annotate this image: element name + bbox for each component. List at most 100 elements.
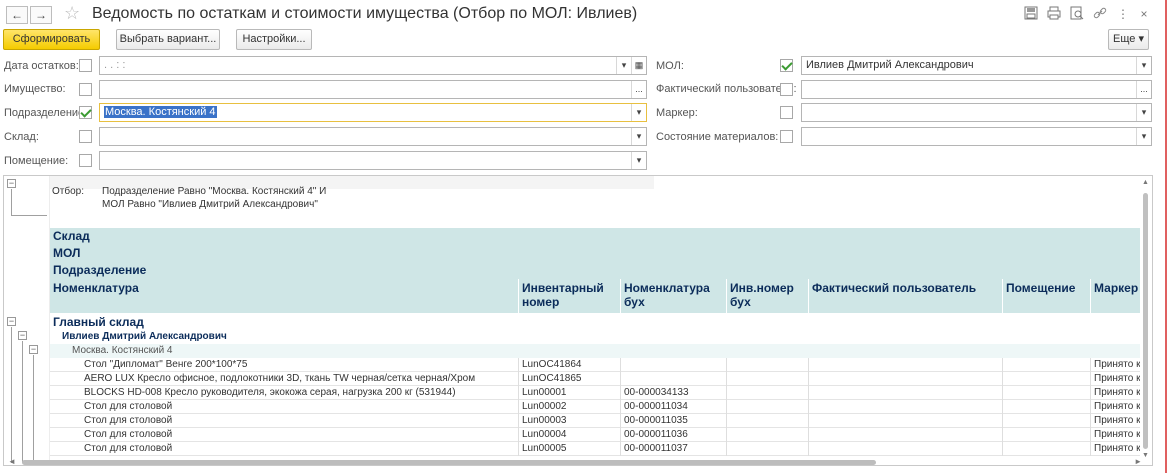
- col-room: Помещение: [1002, 279, 1090, 313]
- tree-line: [11, 215, 47, 216]
- choose-variant-button[interactable]: Выбрать вариант...: [116, 29, 220, 50]
- cell-inv-number-buh: [726, 386, 808, 400]
- actual-user-field[interactable]: ...: [801, 80, 1152, 99]
- room-field[interactable]: ▾: [99, 151, 647, 170]
- checkbox-warehouse[interactable]: [79, 130, 92, 143]
- chevron-down-icon[interactable]: ▾: [1136, 104, 1151, 121]
- vertical-scroll-thumb[interactable]: [1143, 193, 1148, 449]
- close-icon[interactable]: ×: [1136, 6, 1152, 22]
- mol-field[interactable]: Ивлиев Дмитрий Александрович ▾: [801, 56, 1152, 75]
- cell-nomenclature-buh: 00-000011035: [620, 414, 726, 428]
- label-balance-date: Дата остатков:: [4, 60, 79, 72]
- chevron-down-icon[interactable]: ▾: [1136, 128, 1151, 145]
- more-button[interactable]: Еще ▾: [1108, 29, 1149, 50]
- cell-nomenclature: BLOCKS HD-008 Кресло руководителя, экоко…: [84, 387, 456, 398]
- cell-inv-number-buh: [726, 358, 808, 372]
- checkbox-room[interactable]: [79, 154, 92, 167]
- warehouse-field[interactable]: ▾: [99, 127, 647, 146]
- checkbox-material-state[interactable]: [780, 130, 793, 143]
- cell-nomenclature: Стол для столовой: [84, 443, 173, 454]
- cell-nomenclature-buh: 00-000011034: [620, 400, 726, 414]
- cell-nomenclature: Стол для столовой: [84, 401, 173, 412]
- preview-icon[interactable]: [1069, 6, 1085, 22]
- table-row[interactable]: AERO LUX Кресло офисное, подлокотники 3D…: [50, 372, 1140, 386]
- star-icon[interactable]: ☆: [64, 3, 80, 24]
- cell-nomenclature: Стол для столовой: [84, 429, 173, 440]
- cell-inventory-number: Lun00005: [518, 442, 620, 456]
- mol-value: Ивлиев Дмитрий Александрович: [806, 59, 974, 71]
- label-room: Помещение:: [4, 155, 69, 167]
- checkbox-balance-date[interactable]: [79, 59, 92, 72]
- table-row[interactable]: Стол для столовой Lun00004 00-000011036 …: [50, 428, 1140, 442]
- collapse-icon[interactable]: −: [18, 331, 27, 340]
- tree-line: [11, 327, 12, 463]
- calendar-icon[interactable]: ▦: [631, 57, 646, 74]
- checkbox-mol[interactable]: [780, 59, 793, 72]
- property-field[interactable]: ...: [99, 80, 647, 99]
- horizontal-scroll-thumb[interactable]: [22, 460, 876, 465]
- col-inv-number-buh: Инв.номер бух: [726, 279, 808, 313]
- balance-date-value: . . : :: [104, 59, 126, 71]
- label-marker: Маркер:: [656, 107, 698, 119]
- forward-arrow-icon[interactable]: →: [30, 6, 52, 24]
- save-icon[interactable]: [1023, 6, 1039, 22]
- cell-room: [1002, 386, 1090, 400]
- cell-inv-number-buh: [726, 442, 808, 456]
- table-row[interactable]: Стол "Дипломат" Венге 200*100*75 LunOC41…: [50, 358, 1140, 372]
- vertical-scrollbar[interactable]: ▲ ▼: [1140, 176, 1152, 465]
- cell-marker: Принято к: [1090, 372, 1140, 386]
- label-warehouse: Склад:: [4, 131, 39, 143]
- checkbox-property[interactable]: [79, 83, 92, 96]
- ellipsis-icon[interactable]: ...: [1136, 81, 1151, 98]
- table-row[interactable]: Стол для столовой Lun00003 00-000011035 …: [50, 414, 1140, 428]
- chevron-down-icon[interactable]: ▾: [631, 104, 646, 121]
- horizontal-scrollbar[interactable]: ◄ ►: [8, 457, 1142, 466]
- cell-room: [1002, 414, 1090, 428]
- more-vertical-icon[interactable]: ⋮: [1115, 6, 1131, 22]
- cell-marker: Принято к: [1090, 414, 1140, 428]
- cell-marker: Принято к: [1090, 428, 1140, 442]
- material-state-field[interactable]: ▾: [801, 127, 1152, 146]
- scroll-up-icon[interactable]: ▲: [1142, 179, 1149, 186]
- back-arrow-icon[interactable]: ←: [6, 6, 28, 24]
- marker-field[interactable]: ▾: [801, 103, 1152, 122]
- link-icon[interactable]: [1092, 6, 1108, 22]
- balance-date-field[interactable]: . . : : ▾ ▦: [99, 56, 647, 75]
- tree-line: [11, 189, 12, 215]
- cell-marker: Принято к: [1090, 400, 1140, 414]
- scroll-right-icon[interactable]: ►: [1134, 457, 1142, 466]
- cell-nomenclature: Стол для столовой: [84, 415, 173, 426]
- cell-inv-number-buh: [726, 400, 808, 414]
- table-row[interactable]: BLOCKS HD-008 Кресло руководителя, экоко…: [50, 386, 1140, 400]
- department-field[interactable]: Москва. Костянский 4 ▾: [99, 103, 647, 122]
- scroll-left-icon[interactable]: ◄: [8, 457, 16, 466]
- chevron-down-icon[interactable]: ▾: [631, 128, 646, 145]
- checkbox-actual-user[interactable]: [780, 83, 793, 96]
- checkbox-marker[interactable]: [780, 106, 793, 119]
- collapse-icon[interactable]: −: [7, 317, 16, 326]
- scroll-down-icon[interactable]: ▼: [1142, 452, 1149, 459]
- group-row-mol: Ивлиев Дмитрий Александрович: [50, 330, 1140, 344]
- cell-nomenclature-buh: 00-000011036: [620, 428, 726, 442]
- collapse-icon[interactable]: −: [7, 179, 16, 188]
- ellipsis-icon[interactable]: ...: [631, 81, 646, 98]
- col-actual-user: Фактический пользователь: [808, 279, 1002, 313]
- cell-room: [1002, 400, 1090, 414]
- settings-button[interactable]: Настройки...: [236, 29, 312, 50]
- cell-nomenclature-buh: [620, 358, 726, 372]
- print-icon[interactable]: [1046, 6, 1062, 22]
- label-material-state: Состояние материалов:: [656, 131, 779, 143]
- table-row[interactable]: Стол для столовой Lun00002 00-000011034 …: [50, 400, 1140, 414]
- table-row[interactable]: Стол для столовой Lun00005 00-000011037 …: [50, 442, 1140, 456]
- cell-inventory-number: Lun00004: [518, 428, 620, 442]
- checkbox-department[interactable]: [79, 106, 92, 119]
- cell-nomenclature: Стол "Дипломат" Венге 200*100*75: [84, 359, 248, 370]
- cell-inv-number-buh: [726, 414, 808, 428]
- generate-button[interactable]: Сформировать: [3, 29, 100, 50]
- cell-inventory-number: Lun00003: [518, 414, 620, 428]
- collapse-icon[interactable]: −: [29, 345, 38, 354]
- chevron-down-icon[interactable]: ▾: [631, 152, 646, 169]
- chevron-down-icon[interactable]: ▾: [616, 57, 631, 74]
- report-sheet[interactable]: − − − − Отбор: Подразделение Равно "Моск…: [3, 175, 1153, 466]
- chevron-down-icon[interactable]: ▾: [1136, 57, 1151, 74]
